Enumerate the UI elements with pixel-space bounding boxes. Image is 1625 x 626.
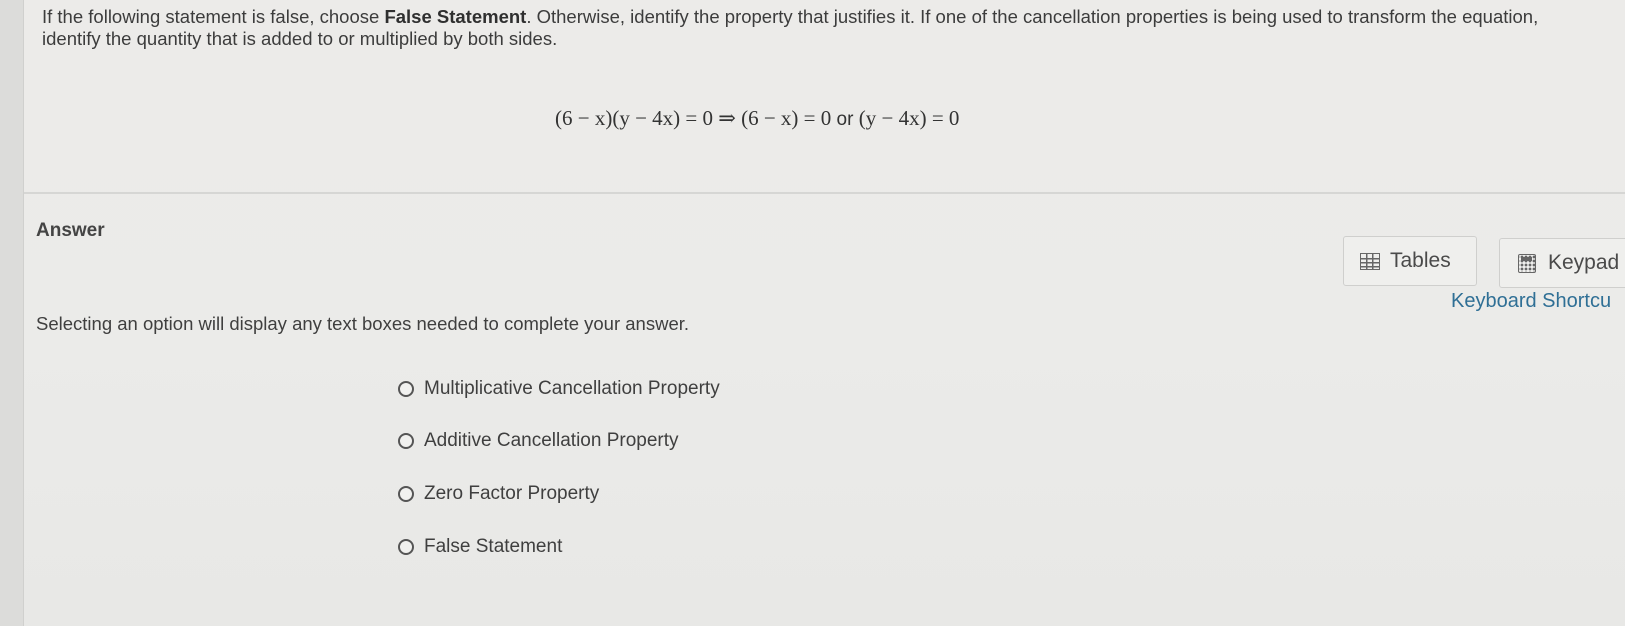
calculator-icon: [1518, 253, 1536, 273]
tables-button-label: Tables: [1390, 249, 1451, 272]
radio-button[interactable]: [398, 486, 414, 502]
option-label: Zero Factor Property: [424, 483, 600, 504]
option-label: Multiplicative Cancellation Property: [424, 378, 720, 399]
equation-part-1: (6 − x)(y − 4x) = 0 ⇒ (6 − x) = 0: [555, 106, 832, 130]
option-false-statement[interactable]: False Statement: [398, 536, 562, 558]
grid-icon: [1360, 252, 1380, 270]
answer-helper-text: Selecting an option will display any tex…: [36, 313, 690, 334]
equation: (6 − x)(y − 4x) = 0 ⇒ (6 − x) = 0 or (y …: [555, 106, 959, 131]
problem-page: If the following statement is false, cho…: [0, 0, 1625, 626]
option-multiplicative-cancellation[interactable]: Multiplicative Cancellation Property: [398, 378, 720, 400]
section-divider: [24, 192, 1625, 194]
radio-button[interactable]: [398, 433, 414, 449]
tables-button[interactable]: Tables: [1343, 236, 1477, 286]
option-additive-cancellation[interactable]: Additive Cancellation Property: [398, 430, 679, 452]
radio-button[interactable]: [398, 539, 414, 555]
question-text-start: If the following statement is false, cho…: [42, 6, 385, 27]
keypad-button-label: Keypad: [1548, 251, 1620, 274]
left-sidebar-strip: [0, 0, 24, 626]
answer-label: Answer: [36, 220, 105, 241]
radio-button[interactable]: [398, 381, 414, 397]
keypad-button[interactable]: Keypad: [1499, 238, 1625, 288]
question-emphasis: False Statement: [384, 6, 527, 27]
equation-part-2: (y − 4x) = 0: [858, 106, 960, 130]
option-label: False Statement: [424, 536, 563, 557]
option-label: Additive Cancellation Property: [424, 430, 679, 451]
question-text: If the following statement is false, cho…: [42, 6, 1572, 50]
option-zero-factor[interactable]: Zero Factor Property: [398, 483, 599, 505]
keyboard-shortcuts-link[interactable]: Keyboard Shortcu: [1451, 290, 1611, 313]
equation-connector: or: [831, 109, 859, 130]
